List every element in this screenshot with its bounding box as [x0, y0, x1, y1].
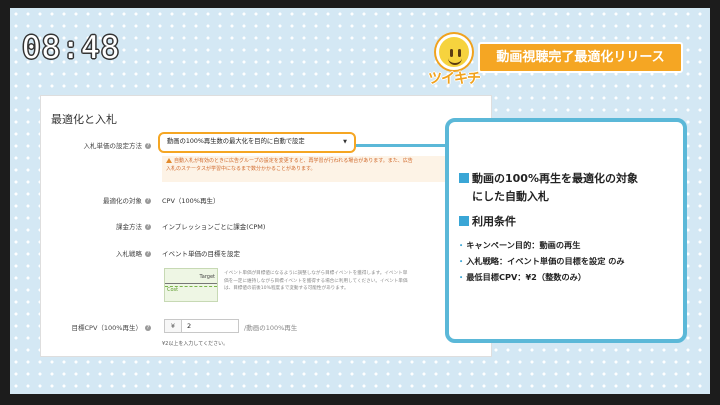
smiley-logo-icon	[436, 34, 472, 70]
callout-box: 動画の100%再生を最適化の対象 にした自動入札 利用条件 ・キャンペーン目的：…	[445, 118, 687, 343]
strategy-label: 入札戦略?	[116, 250, 151, 258]
chevron-down-icon: ▼	[343, 139, 347, 145]
target-cpv-input[interactable]: ¥ 2	[164, 319, 239, 333]
help-icon[interactable]: ?	[145, 224, 151, 230]
warning-icon	[166, 158, 172, 163]
callout-conditions-heading: 利用条件	[459, 213, 516, 230]
warning-notice: 自動入札が有効のときに広告グループの設定を変更すると、再学習が行われる場合があり…	[162, 156, 482, 182]
target-cpv-hint: ¥2以上を入力してください。	[162, 341, 229, 347]
bid-method-label: 入札単価の設定方法?	[83, 142, 151, 150]
help-icon[interactable]: ?	[145, 143, 151, 149]
logo-text: ツイキチ	[428, 71, 481, 87]
condition-item: ・入札戦略：イベント単価の目標を設定 のみ	[457, 256, 625, 266]
target-cpv-value[interactable]: 2	[187, 320, 191, 332]
callout-heading: 動画の100%再生を最適化の対象	[459, 170, 689, 187]
graph-cost-label: Cost	[167, 287, 179, 293]
optimize-value: CPV（100%再生）	[162, 197, 220, 205]
square-bullet-icon	[459, 216, 469, 226]
bid-method-select[interactable]: 動画の100%再生数の最大化を目的に自動で設定 ▼	[158, 132, 356, 153]
help-icon[interactable]: ?	[145, 198, 151, 204]
callout-connector	[356, 144, 448, 147]
graph-target-label: Target	[199, 274, 215, 280]
help-icon[interactable]: ?	[145, 325, 151, 331]
optimize-label: 最適化の対象?	[103, 197, 151, 205]
bid-settings-panel: 最適化と入札 入札単価の設定方法? 動画の100%再生数の最大化を目的に自動で設…	[40, 95, 492, 357]
title-banner: 動画視聴完了最適化リリース	[478, 42, 683, 73]
logo: ツイキチ	[426, 34, 486, 90]
clock: 08:48	[22, 30, 121, 66]
target-cpv-label: 目標CPV（100%再生）?	[71, 324, 151, 332]
billing-value: インプレッションごとに課金(CPM)	[162, 223, 266, 231]
panel-title: 最適化と入札	[51, 113, 117, 126]
target-cpv-unit: /動画の100%再生	[244, 324, 298, 332]
condition-item: ・キャンペーン目的：動画の再生	[457, 240, 581, 250]
strategy-value: イベント単価の目標を設定	[162, 250, 240, 258]
square-bullet-icon	[459, 173, 469, 183]
help-icon[interactable]: ?	[145, 251, 151, 257]
target-cost-graph: Target Cost	[164, 268, 218, 302]
strategy-description: イベント単価が目標値になるように調整しながら目標イベントを獲得します。イベント単…	[224, 271, 408, 291]
currency-symbol: ¥	[165, 320, 182, 332]
condition-item: ・最低目標CPV：¥2（整数のみ）	[457, 272, 587, 282]
billing-label: 課金方法?	[116, 223, 151, 231]
callout-heading-line2: にした自動入札	[472, 190, 549, 203]
